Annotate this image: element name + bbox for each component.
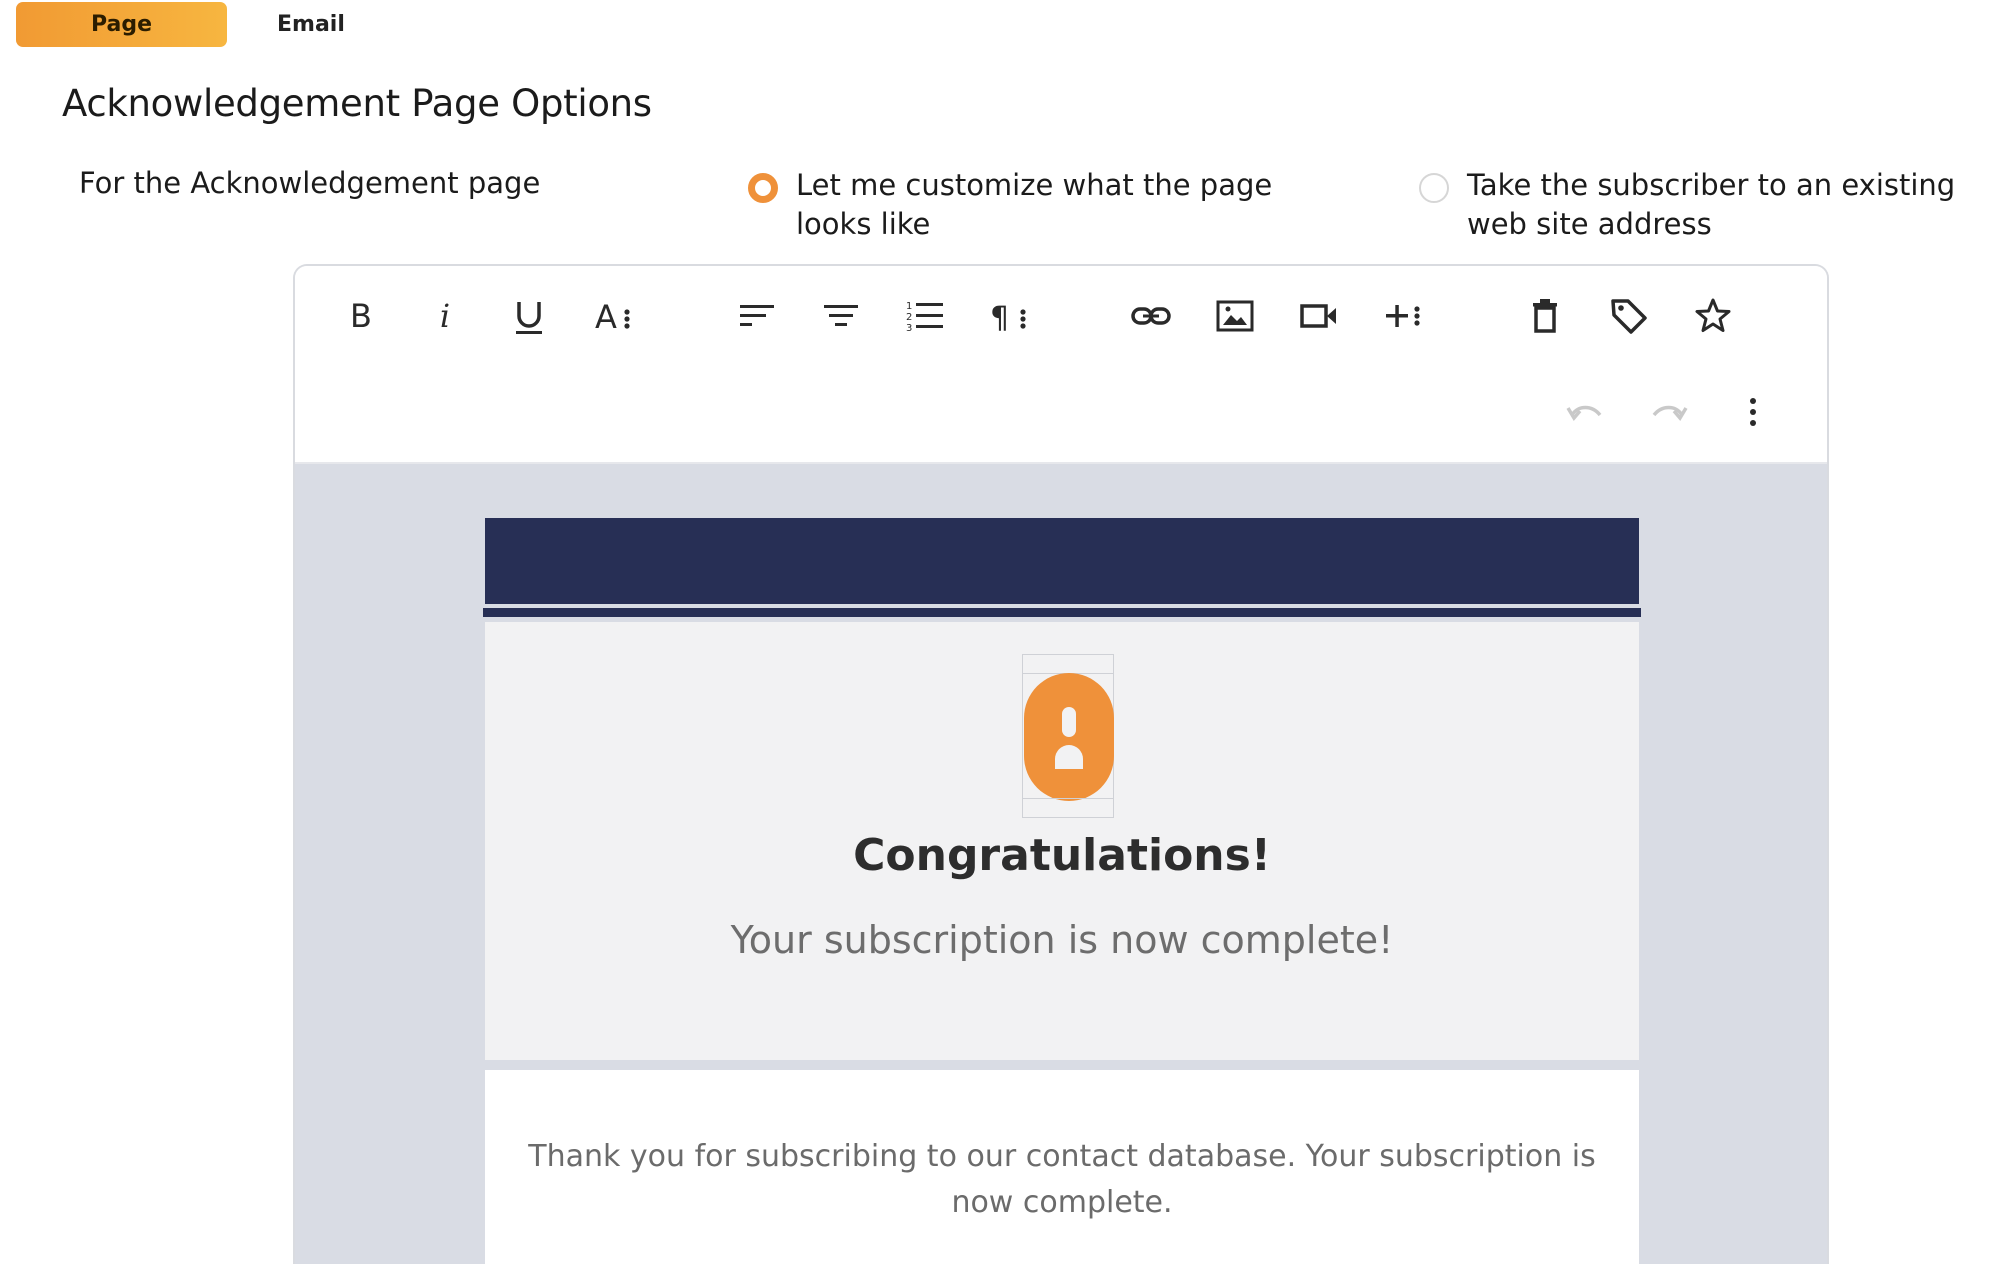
message-section[interactable]: Thank you for subscribing to our contact…: [485, 1070, 1639, 1264]
radio-label-customize: Let me customize what the page looks lik…: [796, 168, 1273, 241]
svg-text:3: 3: [906, 323, 912, 334]
thank-you-text[interactable]: Thank you for subscribing to our contact…: [515, 1134, 1609, 1226]
paragraph-format-icon: ¶: [990, 301, 1026, 336]
align-center-button[interactable]: [813, 288, 869, 344]
congratulations-heading[interactable]: Congratulations!: [485, 830, 1639, 881]
congratulations-section[interactable]: Congratulations! Your subscription is no…: [485, 622, 1639, 1060]
align-center-icon: [824, 305, 858, 326]
more-options-button[interactable]: [1725, 384, 1781, 440]
insert-more-button[interactable]: [1375, 288, 1431, 344]
option-label: For the Acknowledgement page: [79, 166, 541, 200]
italic-button[interactable]: i: [417, 288, 473, 344]
insert-image-button[interactable]: [1207, 288, 1263, 344]
more-vertical-icon: [1750, 398, 1756, 426]
link-icon: [1131, 307, 1171, 325]
favorite-button[interactable]: [1685, 288, 1741, 344]
icon-block[interactable]: [1022, 654, 1114, 818]
editor-canvas: Congratulations! Your subscription is no…: [295, 464, 1827, 1264]
tab-bar: Page Email: [16, 2, 345, 47]
subscription-complete-text[interactable]: Your subscription is now complete!: [485, 918, 1639, 962]
page-title: Acknowledgement Page Options: [62, 82, 652, 125]
radio-button-selected[interactable]: [748, 173, 778, 203]
rich-text-editor: B i A 123 ¶ Congratulations! Your subscr…: [293, 264, 1829, 1264]
bold-button[interactable]: B: [333, 288, 389, 344]
delete-button[interactable]: [1517, 288, 1573, 344]
trash-icon: [1533, 299, 1557, 333]
ordered-list-button[interactable]: 123: [897, 288, 953, 344]
undo-icon: [1566, 405, 1602, 421]
svg-text:B: B: [350, 297, 372, 335]
tab-email[interactable]: Email: [277, 2, 345, 47]
image-icon: [1216, 300, 1254, 332]
align-left-button[interactable]: [729, 288, 785, 344]
header-band: [485, 518, 1639, 604]
insert-more-icon: [1386, 305, 1420, 327]
svg-text:i: i: [440, 297, 450, 335]
radio-button-unselected[interactable]: [1419, 173, 1449, 203]
insert-video-button[interactable]: [1291, 288, 1347, 344]
tab-page[interactable]: Page: [16, 2, 227, 47]
svg-text:2: 2: [906, 312, 912, 323]
tag-icon: [1611, 299, 1647, 334]
radio-option-existing-url[interactable]: Take the subscriber to an existing web s…: [1419, 166, 2016, 244]
svg-text:¶: ¶: [990, 301, 1009, 336]
font-size-icon: A: [595, 298, 630, 336]
insert-link-button[interactable]: [1123, 288, 1179, 344]
header-divider: [483, 608, 1641, 617]
underline-icon: [516, 302, 542, 334]
video-icon: [1300, 304, 1336, 328]
redo-button[interactable]: [1641, 384, 1697, 440]
tag-button[interactable]: [1601, 288, 1657, 344]
star-icon: [1695, 298, 1731, 332]
svg-text:A: A: [595, 298, 617, 336]
radio-label-existing-url: Take the subscriber to an existing web s…: [1467, 168, 1956, 241]
paragraph-format-button[interactable]: ¶: [981, 288, 1037, 344]
radio-option-customize[interactable]: Let me customize what the page looks lik…: [748, 166, 1348, 244]
ordered-list-icon: 123: [906, 301, 943, 334]
italic-icon: i: [440, 297, 450, 335]
align-left-icon: [740, 305, 774, 326]
underline-button[interactable]: [501, 288, 557, 344]
font-size-button[interactable]: A: [585, 288, 641, 344]
svg-text:1: 1: [906, 301, 912, 312]
editor-toolbar: B i A 123 ¶: [295, 266, 1827, 464]
bold-icon: B: [350, 297, 372, 335]
undo-button[interactable]: [1557, 384, 1613, 440]
alert-icon: [1024, 673, 1114, 801]
redo-icon: [1652, 405, 1688, 421]
